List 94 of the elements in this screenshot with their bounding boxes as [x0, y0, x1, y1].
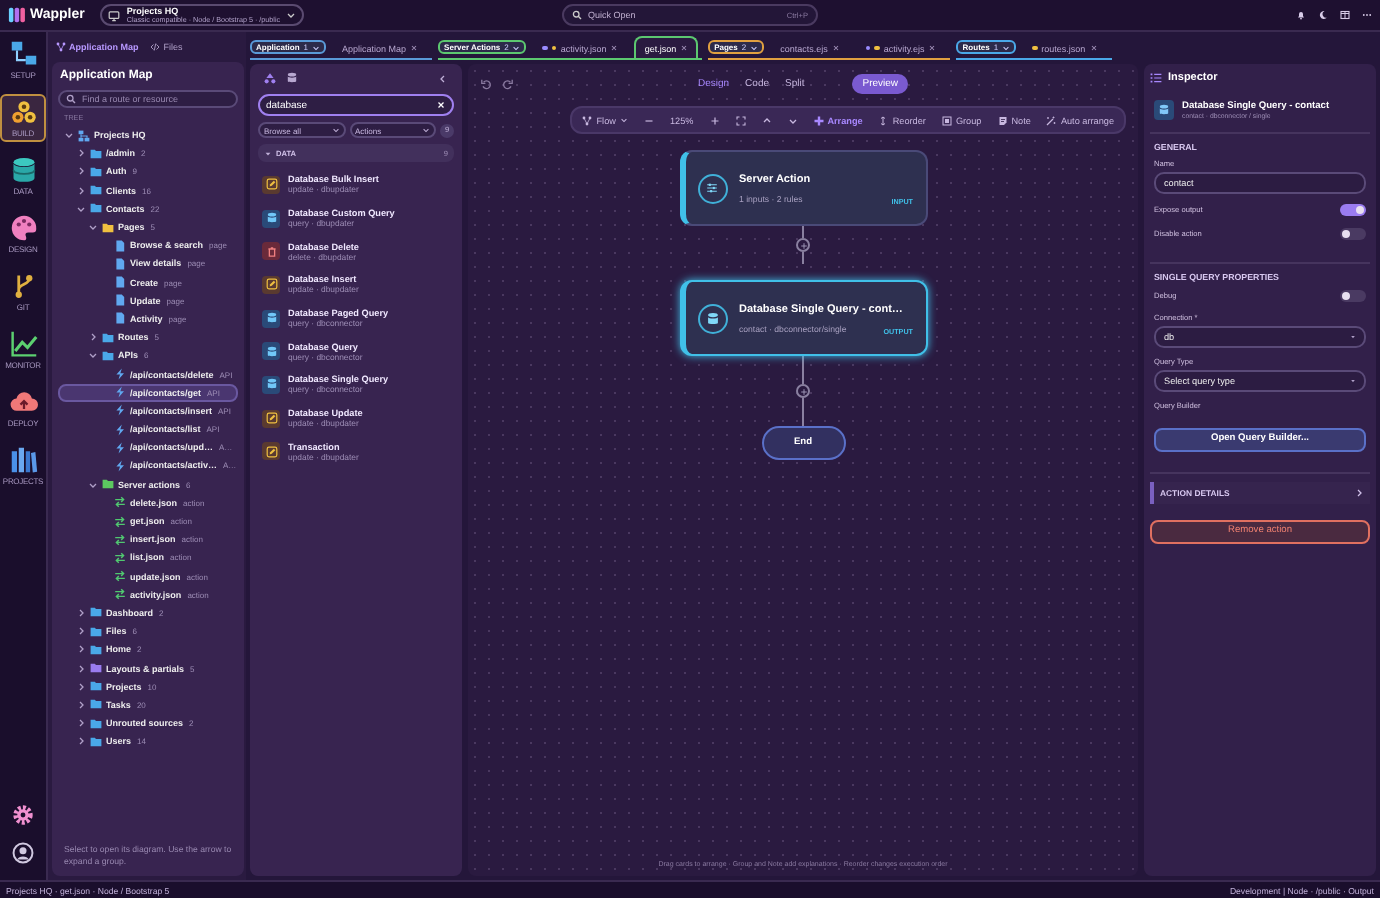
chevron-icon: [512, 43, 521, 51]
swap-icon: [114, 515, 126, 528]
redo-icon[interactable]: [502, 78, 514, 90]
toolbar-button[interactable]: [735, 115, 746, 125]
flow-icon: [582, 115, 593, 125]
edit-icon: [262, 442, 280, 461]
chevron-icon[interactable]: [76, 718, 86, 729]
chevron-icon: [750, 43, 759, 51]
plus-icon: [813, 115, 824, 125]
database-icon: [262, 309, 280, 328]
build-icon: [9, 98, 37, 126]
setup-icon: [9, 40, 37, 68]
database-icon[interactable]: [286, 72, 298, 84]
add-step-button[interactable]: [796, 238, 810, 252]
reorder-icon: [878, 115, 889, 125]
monitor-icon: [108, 9, 121, 21]
edit-icon: [262, 409, 280, 428]
sliders-icon: [704, 180, 720, 196]
design-icon: [9, 214, 37, 242]
database-icon: [262, 375, 280, 394]
toolbar-button[interactable]: [643, 115, 654, 125]
toggle-switch[interactable]: [1340, 204, 1366, 216]
account-icon[interactable]: [12, 842, 34, 864]
list-icon: [1150, 72, 1162, 84]
database-icon: [705, 311, 719, 325]
sitemap-icon: [56, 41, 66, 51]
moon-icon[interactable]: [1318, 10, 1328, 20]
code-icon: [150, 41, 161, 51]
trash-icon: [262, 242, 280, 261]
settings-icon[interactable]: [12, 804, 34, 826]
layout-icon[interactable]: [1340, 10, 1350, 20]
chevron-icon[interactable]: [76, 644, 86, 655]
chevron-icon: [422, 126, 430, 134]
projects-icon: [9, 446, 37, 474]
up-icon: [761, 115, 772, 125]
wand-icon: [1046, 115, 1057, 125]
toolbar-button[interactable]: [709, 115, 720, 125]
search-icon: [572, 10, 582, 20]
chevron-icon: [1354, 487, 1364, 497]
chevron-icon: [312, 43, 321, 51]
chevron-icon[interactable]: [88, 222, 98, 233]
add-step-button[interactable]: [796, 384, 810, 398]
swap-icon: [114, 588, 126, 601]
chevron-icon[interactable]: [76, 699, 86, 710]
plus-icon: [799, 387, 807, 395]
chevron-icon[interactable]: [76, 148, 86, 159]
chevron-icon: [619, 116, 628, 124]
chevron-icon[interactable]: [76, 185, 86, 196]
swap-icon: [114, 533, 126, 546]
logo-icon: [8, 6, 26, 24]
chevron-icon[interactable]: [76, 663, 86, 674]
zoom-in-icon: [709, 115, 720, 125]
database-icon: [262, 209, 280, 228]
fit-icon: [735, 115, 746, 125]
swap-icon: [114, 570, 126, 583]
clear-icon[interactable]: [436, 100, 446, 110]
chevron-icon: [1002, 43, 1011, 51]
zoom-out-icon: [643, 115, 654, 125]
chevron-icon[interactable]: [76, 203, 86, 214]
database-icon: [1154, 100, 1174, 120]
edit-icon: [262, 175, 280, 194]
undo-icon[interactable]: [480, 78, 492, 90]
edit-icon: [262, 275, 280, 294]
swap-icon: [114, 551, 126, 564]
search-icon: [66, 94, 76, 104]
data-icon: [9, 156, 37, 184]
toggle-switch[interactable]: [1340, 228, 1366, 240]
network-icon: [78, 129, 90, 142]
group-icon: [941, 115, 952, 125]
down-icon: [787, 115, 798, 125]
note-icon: [997, 115, 1008, 125]
caret-icon: [264, 149, 272, 157]
collapse-icon[interactable]: [438, 73, 448, 83]
swap-icon: [114, 496, 126, 509]
toolbar-button[interactable]: [761, 115, 772, 125]
chevron-icon: [331, 126, 339, 134]
toggle-switch[interactable]: [1340, 290, 1366, 302]
chevron-icon[interactable]: [76, 736, 86, 747]
deploy-icon: [9, 388, 37, 416]
chevron-icon: [286, 10, 297, 20]
plus-icon: [799, 241, 807, 249]
chevron-icon[interactable]: [76, 681, 86, 692]
toolbar-button[interactable]: [787, 115, 798, 125]
database-icon: [262, 342, 280, 361]
chevron-icon[interactable]: [88, 332, 98, 343]
monitor-icon: [9, 330, 37, 358]
chevron-icon[interactable]: [64, 130, 74, 141]
bell-icon[interactable]: [1296, 10, 1306, 20]
chevron-icon[interactable]: [76, 626, 86, 637]
chevron-icon[interactable]: [76, 607, 86, 618]
chevron-icon[interactable]: [88, 350, 98, 361]
chevron-icon[interactable]: [88, 479, 98, 490]
hierarchy-icon[interactable]: [264, 72, 276, 84]
chevron-icon[interactable]: [76, 166, 86, 177]
